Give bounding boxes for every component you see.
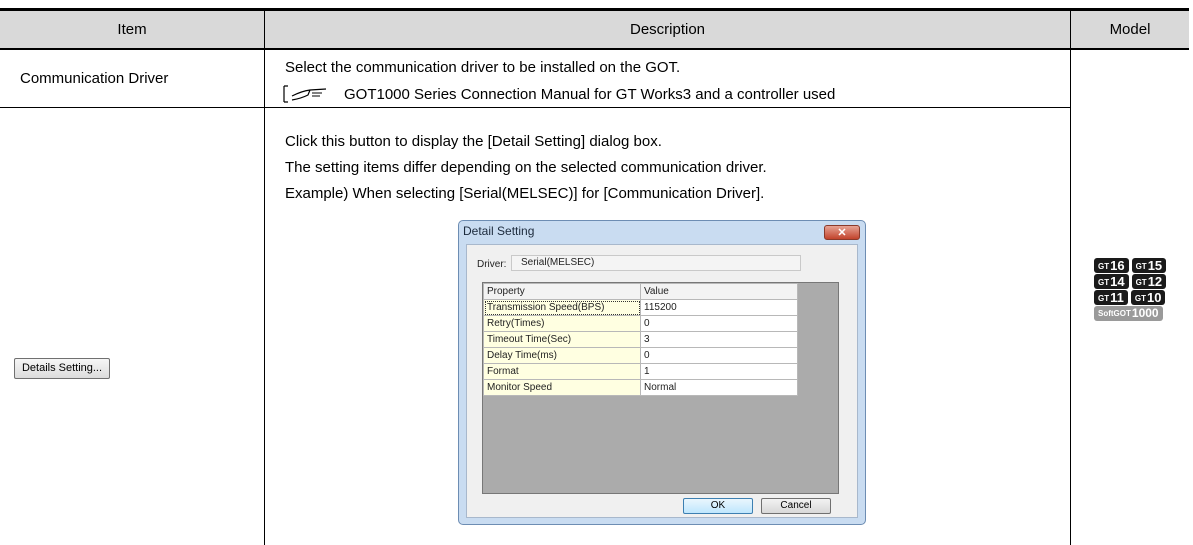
settings-table: Item Description Model Communication Dri… <box>0 0 1193 545</box>
row-divider-item <box>0 107 264 108</box>
description-line: Select the communication driver to be in… <box>285 59 681 76</box>
table-row[interactable]: Delay Time(ms) 0 <box>483 347 798 364</box>
column-header-property: Property <box>483 283 641 300</box>
property-value[interactable]: 0 <box>640 347 798 364</box>
table-row[interactable]: Format 1 <box>483 363 798 380</box>
item-communication-driver: Communication Driver <box>20 70 169 87</box>
model-badges: GT16 GT15 GT14 GT12 GT11 GT10 SoftGOT100… <box>1094 258 1186 322</box>
model-badge: GT12 <box>1131 274 1167 289</box>
property-table-header: Property Value <box>483 283 798 300</box>
table-row[interactable]: Monitor Speed Normal <box>483 379 798 396</box>
property-name: Monitor Speed <box>483 379 641 396</box>
model-badge: GT11 <box>1094 290 1128 305</box>
driver-label: Driver: <box>477 259 507 270</box>
column-divider-1 <box>264 11 265 545</box>
header-description: Description <box>629 21 706 38</box>
property-name: Transmission Speed(BPS) <box>483 299 641 316</box>
property-name: Retry(Times) <box>483 315 641 332</box>
column-divider-2 <box>1070 11 1071 545</box>
property-value[interactable]: 115200 <box>640 299 798 316</box>
table-header-rule <box>0 48 1189 50</box>
manual-reference: GOT1000 Series Connection Manual for GT … <box>282 84 835 104</box>
header-item: Item <box>117 21 147 38</box>
cancel-button[interactable]: Cancel <box>761 498 831 514</box>
details-setting-button[interactable]: Details Setting... <box>14 358 110 379</box>
model-badge: GT15 <box>1131 258 1167 273</box>
dialog-body: Driver: Serial(MELSEC) Property Value Tr… <box>466 244 858 518</box>
column-header-value: Value <box>640 283 798 300</box>
close-icon[interactable]: ✕ <box>824 225 860 240</box>
driver-field: Serial(MELSEC) <box>511 255 801 271</box>
property-name: Format <box>483 363 641 380</box>
property-table: Property Value Transmission Speed(BPS) 1… <box>483 283 798 396</box>
header-model: Model <box>1109 21 1151 38</box>
table-row[interactable]: Transmission Speed(BPS) 115200 <box>483 299 798 316</box>
dialog-title: Detail Setting <box>463 224 535 238</box>
model-badge: GT10 <box>1130 290 1166 305</box>
detail-setting-dialog: Detail Setting ✕ Driver: Serial(MELSEC) … <box>458 220 866 525</box>
property-name: Delay Time(ms) <box>483 347 641 364</box>
softgot-badge: SoftGOT1000 <box>1094 306 1163 321</box>
description-line: Example) When selecting [Serial(MELSEC)]… <box>285 185 765 202</box>
table-row[interactable]: Retry(Times) 0 <box>483 315 798 332</box>
description-line: The setting items differ depending on th… <box>285 159 767 176</box>
model-badge: GT14 <box>1094 274 1129 289</box>
property-grid: Property Value Transmission Speed(BPS) 1… <box>482 282 839 494</box>
model-badge: GT16 <box>1094 258 1129 273</box>
description-line: Click this button to display the [Detail… <box>285 133 662 150</box>
pointing-hand-icon <box>283 85 327 103</box>
property-name: Timeout Time(Sec) <box>483 331 641 348</box>
property-value[interactable]: 0 <box>640 315 798 332</box>
table-row[interactable]: Timeout Time(Sec) 3 <box>483 331 798 348</box>
property-value[interactable]: 3 <box>640 331 798 348</box>
property-value[interactable]: 1 <box>640 363 798 380</box>
ok-button[interactable]: OK <box>683 498 753 514</box>
property-value[interactable]: Normal <box>640 379 798 396</box>
reference-text: GOT1000 Series Connection Manual for GT … <box>344 85 836 103</box>
row-divider-description <box>264 107 1070 108</box>
